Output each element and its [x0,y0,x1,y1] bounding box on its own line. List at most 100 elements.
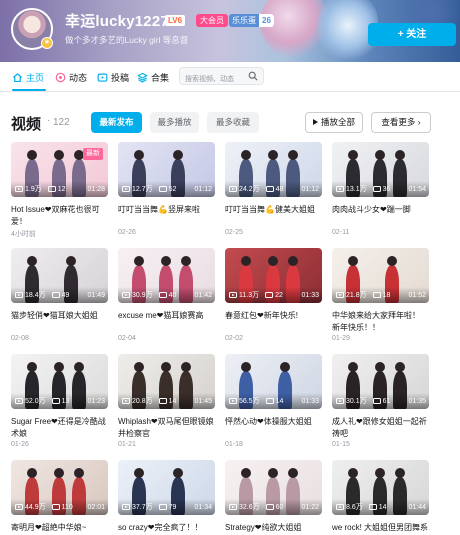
view-count: 21.8万 [346,292,367,299]
video-thumbnail[interactable]: 30.9万 40 01:42 [118,248,215,303]
video-title[interactable]: excuse me❤猫耳娘赛高 [118,310,215,322]
video-stats: 12.7万 52 01:12 [122,184,212,194]
video-thumbnail[interactable]: 52.0万 13 01:23 [11,354,108,409]
video-title[interactable]: Hot Issue❤双麻花也很可爱！ [11,204,108,228]
search-icon[interactable] [248,71,258,81]
video-thumbnail[interactable]: 56.5万 14 01:33 [225,354,322,409]
video-thumbnail[interactable]: 12.7万 52 01:12 [118,142,215,197]
video-duration: 01:54 [408,185,426,193]
video-stats: 37.7万 79 01:34 [122,502,212,512]
danmaku-count: 14 [378,503,387,511]
video-stats: 8.6万 14 01:44 [336,502,426,512]
video-title[interactable]: 怦然心动❤体操服大姐姐 [225,416,322,428]
view-count: 18.4万 [25,292,46,299]
view-count: 32.6万 [239,504,260,511]
vip-badge[interactable]: 大会员 [196,14,228,27]
thumbnail-figure [173,150,183,160]
video-thumbnail[interactable]: 37.7万 79 01:34 [118,460,215,515]
follow-button[interactable]: + 关注 [368,23,456,46]
video-stats: 52.0万 13 01:23 [15,396,105,406]
video-title[interactable]: Strategy❤纯欲大姐姐 [225,522,322,534]
video-thumbnail[interactable]: 30.1万 61 01:35 [332,354,429,409]
video-thumbnail[interactable]: 13.1万 36 01:54 [332,142,429,197]
video-stats: 32.6万 60 01:22 [229,502,319,512]
section-title: 视频 [11,116,42,133]
play-all-button[interactable]: 播放全部 [305,112,363,133]
active-tab-indicator [12,89,46,91]
thumbnail-figure [348,362,358,372]
thumbnail-figure [27,468,37,478]
video-duration: 01:23 [87,397,105,405]
video-title[interactable]: so crazy❤完全疯了！！ [118,522,215,534]
video-title[interactable]: 春意红包❤新年快乐! [225,310,322,322]
thumbnail-figure [387,256,397,266]
video-duration: 01:34 [194,503,212,511]
views-icon [15,504,23,510]
video-count: 122 [53,117,70,128]
video-duration: 01:35 [408,397,426,405]
views-icon [336,292,344,298]
views-icon [15,186,23,192]
see-more-button[interactable]: 查看更多 › [371,112,431,133]
video-duration: 01:44 [408,503,426,511]
video-thumbnail[interactable]: 24.2万 48 01:12 [225,142,322,197]
danmaku-icon [372,292,381,298]
sort-latest-button[interactable]: 最新发布 [91,112,142,133]
video-stats: 20.8万 14 01:45 [122,396,212,406]
thumbnail-figure [27,362,37,372]
view-count: 44.9万 [25,504,46,511]
home-icon [12,72,23,82]
thumbnail-figure [54,468,65,478]
tab-dynamic[interactable]: 动态 [55,62,87,92]
video-stats: 18.4万 49 01:49 [15,290,105,300]
thumbnail-figure [180,362,191,372]
thumbnail-figure [375,362,386,372]
danmaku-count: 79 [168,503,177,511]
fan-medal[interactable]: 乐乐蛋 26 [229,14,274,27]
video-thumbnail[interactable]: 最新 1.9万 12 01:28 [11,142,108,197]
video-title[interactable]: 叮叮当当舞💪健美大姐姐 [225,204,322,216]
thumbnail-figure [268,150,279,160]
thumbnail-figure [54,150,65,160]
video-thumbnail[interactable]: 18.4万 49 01:49 [11,248,108,303]
video-stats: 56.5万 14 01:33 [229,396,319,406]
thumbnail-figure [173,468,183,478]
video-title[interactable]: 叮叮当当舞💪竖屏来啦 [118,204,215,216]
video-stats: 24.2万 48 01:12 [229,184,319,194]
danmaku-count: 12 [57,185,66,193]
sort-most-favorited-button[interactable]: 最多收藏 [207,112,259,133]
video-thumbnail[interactable]: 21.8万 18 01:52 [332,248,429,303]
video-thumbnail[interactable]: 11.3万 22 01:33 [225,248,322,303]
username: 幸运lucky1227 [65,13,169,30]
video-stats: 21.8万 18 01:52 [336,290,426,300]
thumbnail-figure [134,256,144,266]
tab-upload[interactable]: 投稿 [97,62,129,92]
thumbnail-figure [375,150,386,160]
video-title[interactable]: 肉肉战斗少女❤踹一脚 [332,204,429,216]
thumbnail-figure [73,362,84,372]
sort-most-played-button[interactable]: 最多播放 [150,112,199,133]
thumbnail-figure [348,256,358,266]
video-title[interactable]: Sugar Free❤还得是冷酷战术娘 [11,416,108,440]
video-title[interactable]: 成人礼❤跟修女姐姐一起祈祷吧 [332,416,429,440]
views-icon [15,398,23,404]
tab-collection[interactable]: 合集 [137,62,169,92]
thumbnail-figure [287,150,298,160]
video-date: 01-26 [11,441,29,448]
tab-home[interactable]: 主页 [12,62,44,92]
video-title[interactable]: Whiplash❤双马尾但眼镜娘 并检察官 [118,416,215,440]
search-input[interactable] [180,71,242,88]
video-title[interactable]: 猫步轻俏❤猫耳娘大姐姐 [11,310,108,322]
video-duration: 01:28 [87,185,105,193]
video-thumbnail[interactable]: 44.9万 110 02:01 [11,460,108,515]
video-title[interactable]: we rock! 大姐姐但男团舞系 [332,522,429,534]
video-title[interactable]: 中华娘来给大家拜年啦！ 新年快乐！！ [332,310,429,334]
video-thumbnail[interactable]: 32.6万 60 01:22 [225,460,322,515]
thumbnail-figure [134,150,144,160]
thumbnail-figure [287,256,298,266]
video-date: 02-25 [225,229,243,236]
video-thumbnail[interactable]: 20.8万 14 01:45 [118,354,215,409]
video-stats: 30.1万 61 01:35 [336,396,426,406]
video-title[interactable]: 寄明月❤超絶中华娘~ [11,522,108,534]
video-thumbnail[interactable]: 8.6万 14 01:44 [332,460,429,515]
